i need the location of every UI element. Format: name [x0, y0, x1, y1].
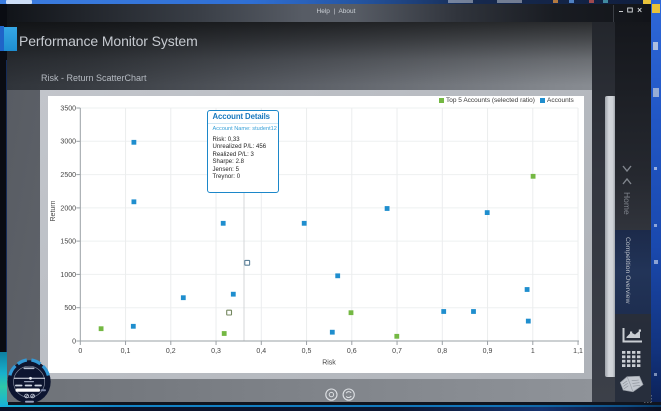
svg-text:0: 0	[78, 348, 82, 355]
svg-text:1: 1	[530, 348, 534, 355]
svg-text:1500: 1500	[60, 239, 76, 246]
svg-text:0,9: 0,9	[482, 348, 492, 355]
svg-text:0,8: 0,8	[437, 348, 447, 355]
svg-text:0,1: 0,1	[120, 348, 130, 355]
svg-text:0,5: 0,5	[301, 348, 311, 355]
svg-text:2500: 2500	[60, 172, 76, 179]
svg-text:500: 500	[64, 305, 76, 312]
svg-text:3000: 3000	[60, 139, 76, 146]
svg-text:0,4: 0,4	[256, 348, 266, 355]
svg-text:3500: 3500	[60, 105, 76, 112]
svg-text:0,7: 0,7	[392, 348, 402, 355]
svg-text:1,1: 1,1	[573, 348, 583, 355]
svg-text:0: 0	[72, 338, 76, 345]
svg-text:1000: 1000	[60, 272, 76, 279]
svg-text:0,3: 0,3	[211, 348, 221, 355]
svg-text:Risk: Risk	[322, 360, 336, 367]
svg-text:0,6: 0,6	[346, 348, 356, 355]
svg-text:2000: 2000	[60, 205, 76, 212]
svg-text:Return: Return	[50, 200, 57, 221]
svg-text:0,2: 0,2	[165, 348, 175, 355]
